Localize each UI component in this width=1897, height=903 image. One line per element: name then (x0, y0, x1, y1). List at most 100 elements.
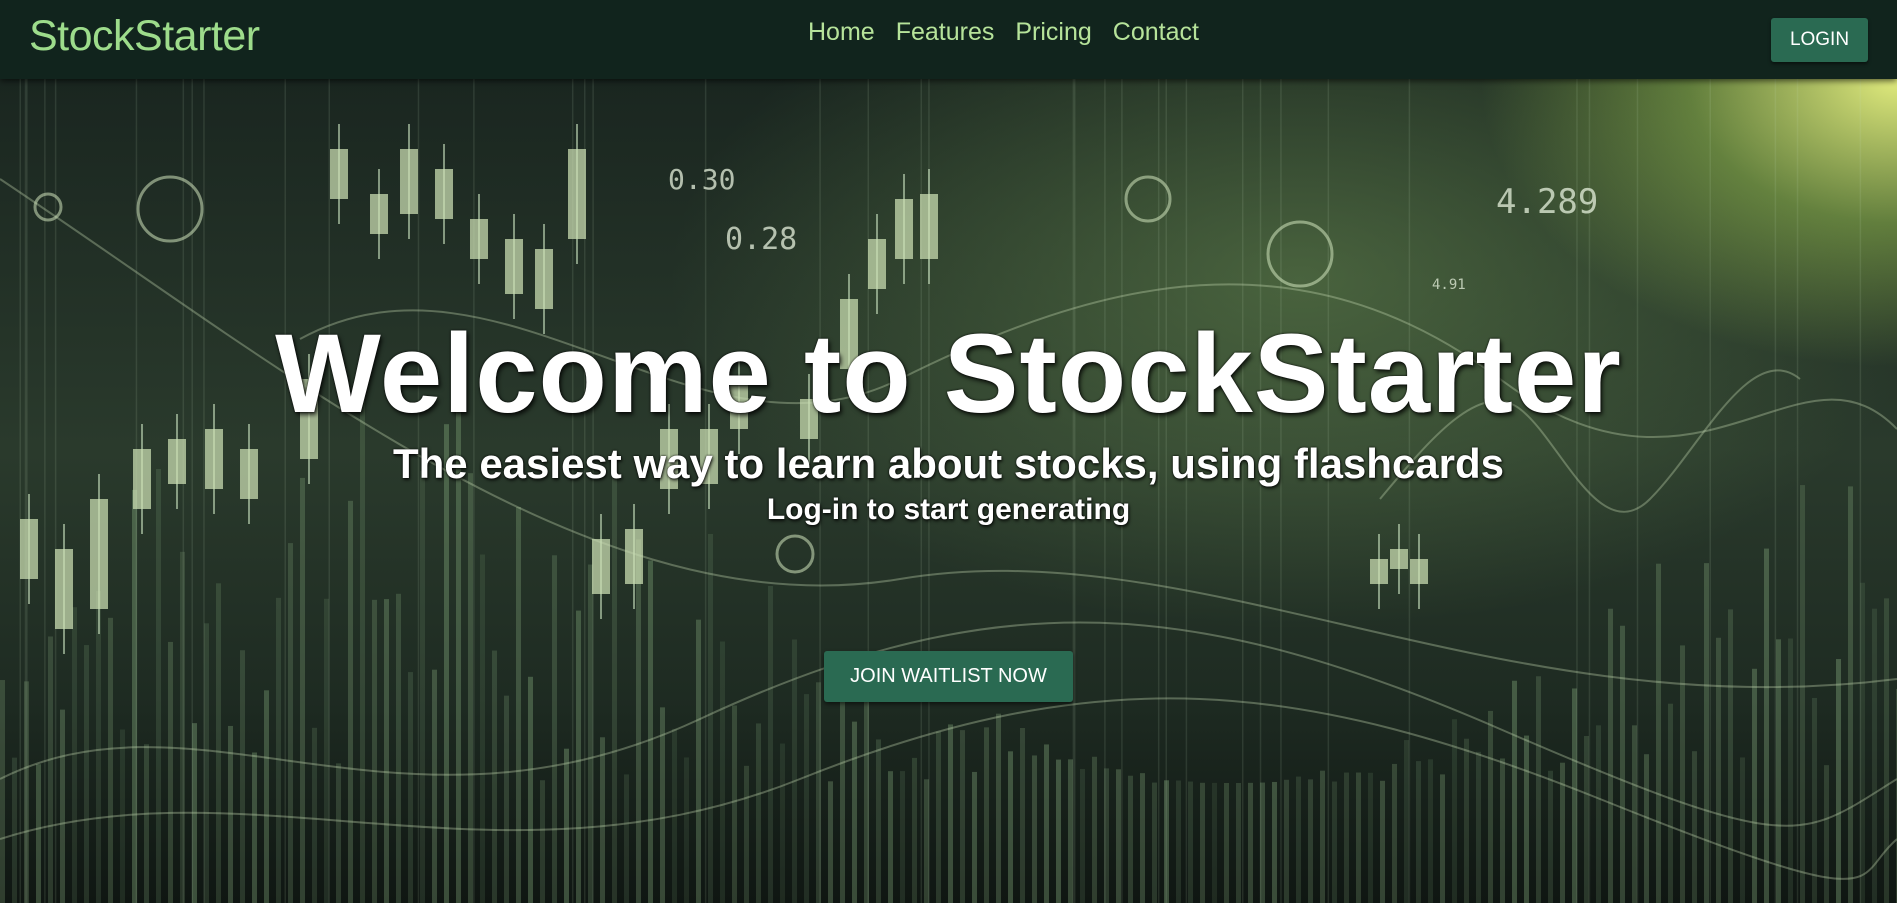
candle-body (535, 249, 553, 309)
volume-bar (252, 752, 257, 903)
volume-bar (1800, 485, 1805, 903)
volume-bar (960, 730, 965, 903)
volume-bar (1092, 756, 1097, 903)
volume-bar (1788, 638, 1793, 903)
candle-body (55, 549, 73, 629)
volume-bar (1056, 759, 1061, 903)
volume-bar (84, 645, 89, 903)
volume-bar (264, 690, 269, 903)
volume-bar (852, 721, 857, 903)
volume-bar (1524, 735, 1529, 903)
volume-bar (1224, 782, 1229, 903)
candle-body (20, 519, 38, 579)
nav-link-contact[interactable]: Contact (1113, 18, 1199, 47)
volume-bar (552, 555, 557, 903)
volume-bar (1488, 710, 1493, 903)
volume-bar (1248, 782, 1253, 903)
volume-bar (1176, 780, 1181, 903)
volume-bar (636, 539, 641, 903)
volume-bar (504, 695, 509, 903)
volume-bar (36, 764, 41, 903)
candle-body (435, 169, 453, 219)
volume-bar (1848, 486, 1853, 903)
volume-bar (108, 617, 113, 903)
hero-subtitle: The easiest way to learn about stocks, u… (392, 440, 1505, 487)
hero-background-art: 0.30 0.28 4.289 4.91 (0, 79, 1897, 903)
volume-bar (300, 477, 305, 903)
volume-bar (708, 533, 713, 903)
volume-bar (1776, 639, 1781, 903)
volume-bar (648, 560, 653, 903)
volume-bar (828, 781, 833, 903)
candle-body (330, 149, 348, 199)
nav-link-pricing[interactable]: Pricing (1015, 18, 1091, 47)
volume-bar (1884, 598, 1889, 903)
volume-bar (348, 500, 353, 903)
volume-bar (1368, 772, 1373, 903)
volume-bar (888, 771, 893, 903)
volume-bar (1464, 738, 1469, 903)
volume-bar (912, 757, 917, 903)
volume-bar (1344, 772, 1349, 903)
candle-body (505, 239, 523, 294)
volume-bar (1320, 770, 1325, 903)
candle-body (920, 194, 938, 259)
volume-bar (1512, 680, 1517, 903)
volume-bar (1584, 736, 1589, 903)
volume-bar (288, 543, 293, 903)
brand-logo[interactable]: StockStarter (29, 12, 260, 61)
volume-bar (720, 641, 725, 903)
volume-bar (12, 757, 17, 903)
candle-body (568, 149, 586, 239)
volume-bar (1020, 727, 1025, 903)
volume-bar (96, 590, 101, 903)
volume-bar (420, 471, 425, 903)
volume-bar (144, 744, 149, 903)
volume-bar (1008, 751, 1013, 903)
volume-bar (516, 507, 521, 903)
volume-bar (1308, 779, 1313, 903)
candle-body (592, 539, 610, 594)
volume-bar (1548, 770, 1553, 903)
volume-bar (1200, 782, 1205, 903)
volume-bar (168, 641, 173, 903)
volume-bar (1608, 608, 1613, 903)
volume-bar (840, 696, 845, 903)
volume-bar (768, 585, 773, 903)
volume-bar (1764, 548, 1769, 903)
volume-bar (1128, 775, 1133, 903)
volume-bar (564, 748, 569, 903)
volume-bar (48, 636, 53, 903)
hero-title: Welcome to StockStarter (275, 311, 1622, 436)
volume-bar (1620, 625, 1625, 903)
svg-text:0.28: 0.28 (725, 222, 797, 257)
volume-bar (744, 765, 749, 903)
volume-bar (336, 763, 341, 903)
nav-link-features[interactable]: Features (896, 18, 995, 47)
volume-bar (1716, 637, 1721, 903)
volume-bar (324, 598, 329, 903)
volume-bar (432, 669, 437, 903)
candle-body (470, 219, 488, 259)
join-waitlist-button[interactable]: JOIN WAITLIST NOW (824, 651, 1073, 702)
volume-bar (1668, 703, 1673, 903)
nav-link-home[interactable]: Home (808, 18, 875, 47)
candle-body (895, 199, 913, 259)
volume-bar (60, 709, 65, 903)
volume-bar (312, 727, 317, 903)
volume-bar (1380, 780, 1385, 903)
volume-bar (1116, 769, 1121, 903)
login-button[interactable]: LOGIN (1771, 18, 1868, 62)
volume-bar (972, 771, 977, 903)
candle-body (1390, 549, 1408, 569)
volume-bar (1236, 782, 1241, 903)
volume-bar (900, 771, 905, 903)
candle-body (400, 149, 418, 214)
volume-bar (756, 723, 761, 903)
volume-bar (156, 468, 161, 903)
volume-bar (0, 680, 5, 903)
volume-bar (936, 731, 941, 903)
volume-bar (984, 727, 989, 903)
svg-text:4.289: 4.289 (1496, 182, 1598, 222)
volume-bar (1212, 782, 1217, 903)
